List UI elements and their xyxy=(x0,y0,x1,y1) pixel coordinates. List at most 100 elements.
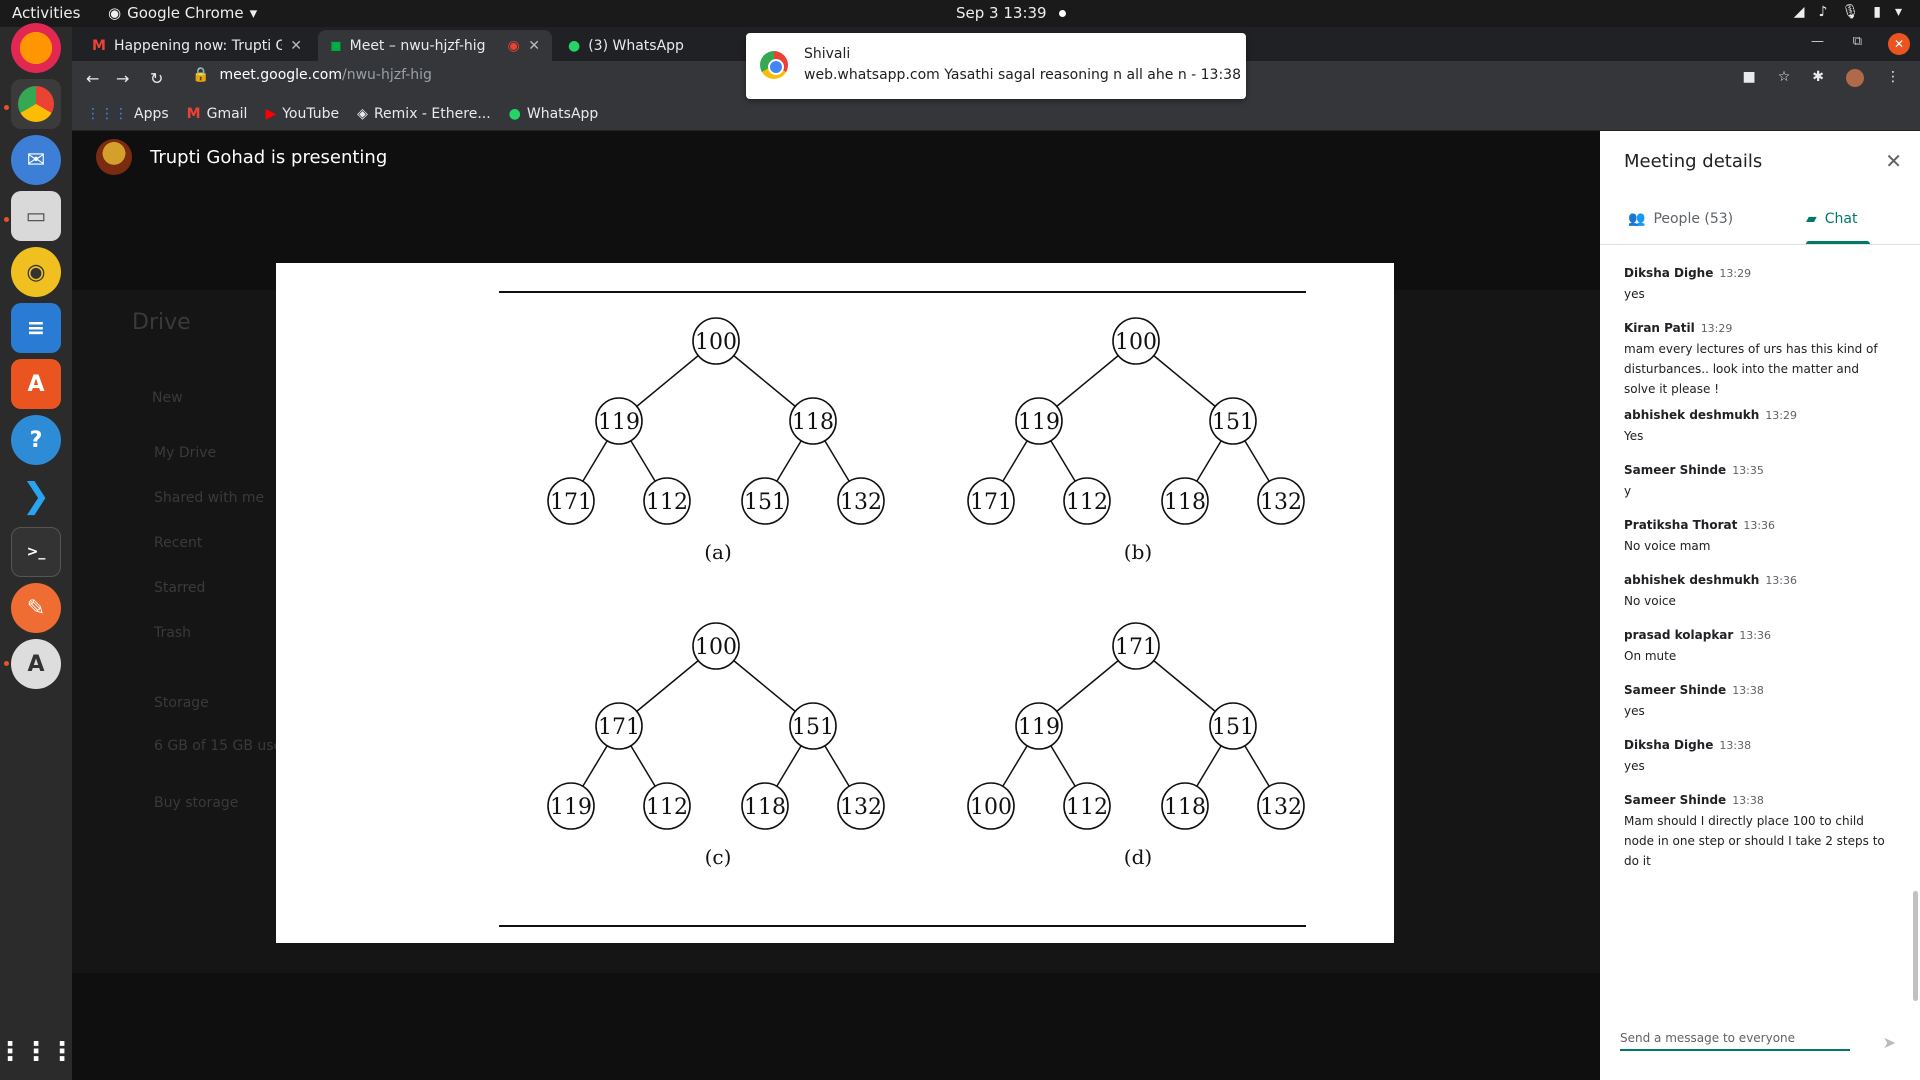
tree-node-label: 171 xyxy=(1115,635,1157,660)
chat-text: Yes xyxy=(1624,429,1644,443)
vscode-icon[interactable]: ❯ xyxy=(11,471,61,521)
tree-caption: (d) xyxy=(1124,845,1152,869)
url-path: /nwu-hjzf-hig xyxy=(342,67,432,83)
tree-edge xyxy=(776,745,802,787)
notification-title: Shivali xyxy=(804,46,851,62)
close-icon[interactable]: ✕ xyxy=(528,38,540,54)
close-icon[interactable]: ✕ xyxy=(290,38,302,54)
bookmark-label: WhatsApp xyxy=(526,105,599,122)
chat-time: 13:38 xyxy=(1732,684,1764,697)
bookmark-gmail[interactable]: M Gmail xyxy=(187,106,248,122)
back-icon[interactable]: ← xyxy=(86,69,99,88)
activities-button[interactable]: Activities xyxy=(12,4,80,22)
meet-stage: Trupti Gohad is presenting Drive New My … xyxy=(72,131,1600,1080)
chrome-icon xyxy=(760,51,788,79)
drive-item: Storage xyxy=(154,695,209,711)
chat-input-placeholder: Send a message to everyone xyxy=(1620,1031,1796,1045)
send-icon[interactable]: ➤ xyxy=(1883,1033,1896,1052)
tree-node-label: 151 xyxy=(744,490,786,515)
whatsapp-icon: ● xyxy=(508,105,521,122)
chrome-notification[interactable]: Shivali web.whatsapp.com Yasathi sagal r… xyxy=(746,33,1246,99)
bookmark-remix[interactable]: ◈ Remix - Ethere... xyxy=(357,106,491,122)
tree-edge xyxy=(733,355,796,407)
chat-sender: prasad kolapkar xyxy=(1624,628,1734,642)
chat-scrollbar[interactable] xyxy=(1913,891,1918,1001)
chat-message: Kiran Patil 13:29 mam every lectures of ur… xyxy=(1624,318,1894,399)
drive-new: New xyxy=(152,390,183,406)
chat-text: No voice xyxy=(1624,594,1676,608)
tree-node-label: 132 xyxy=(840,490,882,515)
chat-sender: Sameer Shinde xyxy=(1624,793,1727,807)
bookmark-youtube[interactable]: ▶ YouTube xyxy=(265,106,339,122)
window-close-icon[interactable]: ✕ xyxy=(1888,33,1910,55)
reload-icon[interactable]: ↻ xyxy=(150,69,163,88)
camera-icon[interactable]: ■ xyxy=(1742,69,1755,87)
tree-node-label: 118 xyxy=(1164,490,1206,515)
terminal-icon[interactable]: >_ xyxy=(11,527,61,577)
software-center-icon[interactable]: A xyxy=(11,359,61,409)
chrome-dock-icon[interactable] xyxy=(11,79,61,129)
tab-people[interactable]: 👥 People (53) xyxy=(1628,211,1733,227)
chat-text: On mute xyxy=(1624,649,1677,663)
tab-meet[interactable]: ◼ Meet – nwu-hjzf-hig ◉ ✕ xyxy=(318,30,552,61)
bookmark-whatsapp[interactable]: ● WhatsApp xyxy=(509,106,599,122)
files-icon[interactable]: ▭ xyxy=(11,191,61,241)
tab-chat[interactable]: ▰ Chat xyxy=(1806,211,1858,227)
tree-edge xyxy=(1056,355,1119,407)
bookmark-star-icon[interactable]: ☆ xyxy=(1778,69,1791,87)
thunderbird-icon[interactable]: ✉ xyxy=(11,135,61,185)
tree-node-label: 151 xyxy=(792,715,834,740)
tree-node-label: 100 xyxy=(1115,330,1157,355)
chat-message: abhishek deshmukh 13:29 Yes xyxy=(1624,405,1894,446)
forward-icon[interactable]: → xyxy=(116,69,129,88)
app-menu[interactable]: ◉ Google Chrome ▾ xyxy=(108,4,257,22)
chat-time: 13:38 xyxy=(1719,739,1752,752)
tree-node-label: 132 xyxy=(1260,795,1302,820)
more-menu-icon[interactable]: ⋮ xyxy=(1886,69,1900,87)
tree-node-label: 112 xyxy=(646,795,688,820)
chat-sender: Kiran Patil xyxy=(1624,321,1695,335)
url-host: meet.google.com xyxy=(219,67,342,83)
restore-icon[interactable]: ⧉ xyxy=(1853,34,1862,49)
tree-node-label: 132 xyxy=(840,795,882,820)
tree-edge xyxy=(630,745,656,787)
chat-time: 13:29 xyxy=(1700,322,1733,335)
firefox-icon[interactable] xyxy=(11,23,61,73)
chat-sender: Diksha Dighe xyxy=(1624,266,1714,280)
rhythmbox-icon[interactable]: ◉ xyxy=(11,247,61,297)
profile-avatar[interactable] xyxy=(1846,69,1864,87)
heap-trees-diagram: 100 119 118 171 112 151 132 (a) 100 119 151 171 112 1… xyxy=(499,291,1306,927)
bookmark-apps[interactable]: ⋮⋮⋮ Apps xyxy=(86,106,169,122)
tree-node-label: 100 xyxy=(695,635,737,660)
bookmark-label: Gmail xyxy=(206,105,248,122)
drive-title: Drive xyxy=(132,310,191,335)
presenter-banner: Trupti Gohad is presenting xyxy=(96,139,387,175)
help-icon[interactable]: ? xyxy=(11,415,61,465)
tree-node-label: 112 xyxy=(646,490,688,515)
chat-input[interactable]: Send a message to everyone xyxy=(1620,1031,1850,1051)
clock[interactable]: Sep 3 13:39 xyxy=(956,4,1066,22)
libreoffice-writer-icon[interactable]: ≡ xyxy=(11,303,61,353)
show-applications-icon[interactable]: ⋮⋮⋮ xyxy=(0,1027,75,1077)
system-tray[interactable]: ◢ ♪ 🎙 ▮ ▾ xyxy=(1794,4,1902,20)
chat-time: 13:29 xyxy=(1765,409,1798,422)
running-indicator xyxy=(4,217,9,222)
chat-time: 13:36 xyxy=(1765,574,1798,587)
tab-gmail[interactable]: M Happening now: Trupti G ✕ xyxy=(80,30,314,61)
extensions-icon[interactable]: ✱ xyxy=(1812,69,1824,87)
drive-item: 6 GB of 15 GB used xyxy=(154,738,292,754)
chat-text: Mam should I directly place 100 to child… xyxy=(1624,814,1885,868)
tree-node-label: 118 xyxy=(744,795,786,820)
drive-item: Buy storage xyxy=(154,795,239,811)
minimize-icon[interactable]: — xyxy=(1811,34,1824,49)
software-updater-icon[interactable]: A xyxy=(11,639,61,689)
lock-icon: 🔒 xyxy=(192,67,210,83)
drive-item: Trash xyxy=(154,625,191,641)
postman-icon[interactable]: ✎ xyxy=(11,583,61,633)
tree-edge xyxy=(636,660,699,712)
drive-item: Starred xyxy=(154,580,206,596)
close-icon[interactable]: ✕ xyxy=(1885,149,1902,173)
chat-text: yes xyxy=(1624,704,1645,718)
tree-node-label: 118 xyxy=(792,410,834,435)
address-bar[interactable]: 🔒 meet.google.com/nwu-hjzf-hig xyxy=(192,67,432,83)
